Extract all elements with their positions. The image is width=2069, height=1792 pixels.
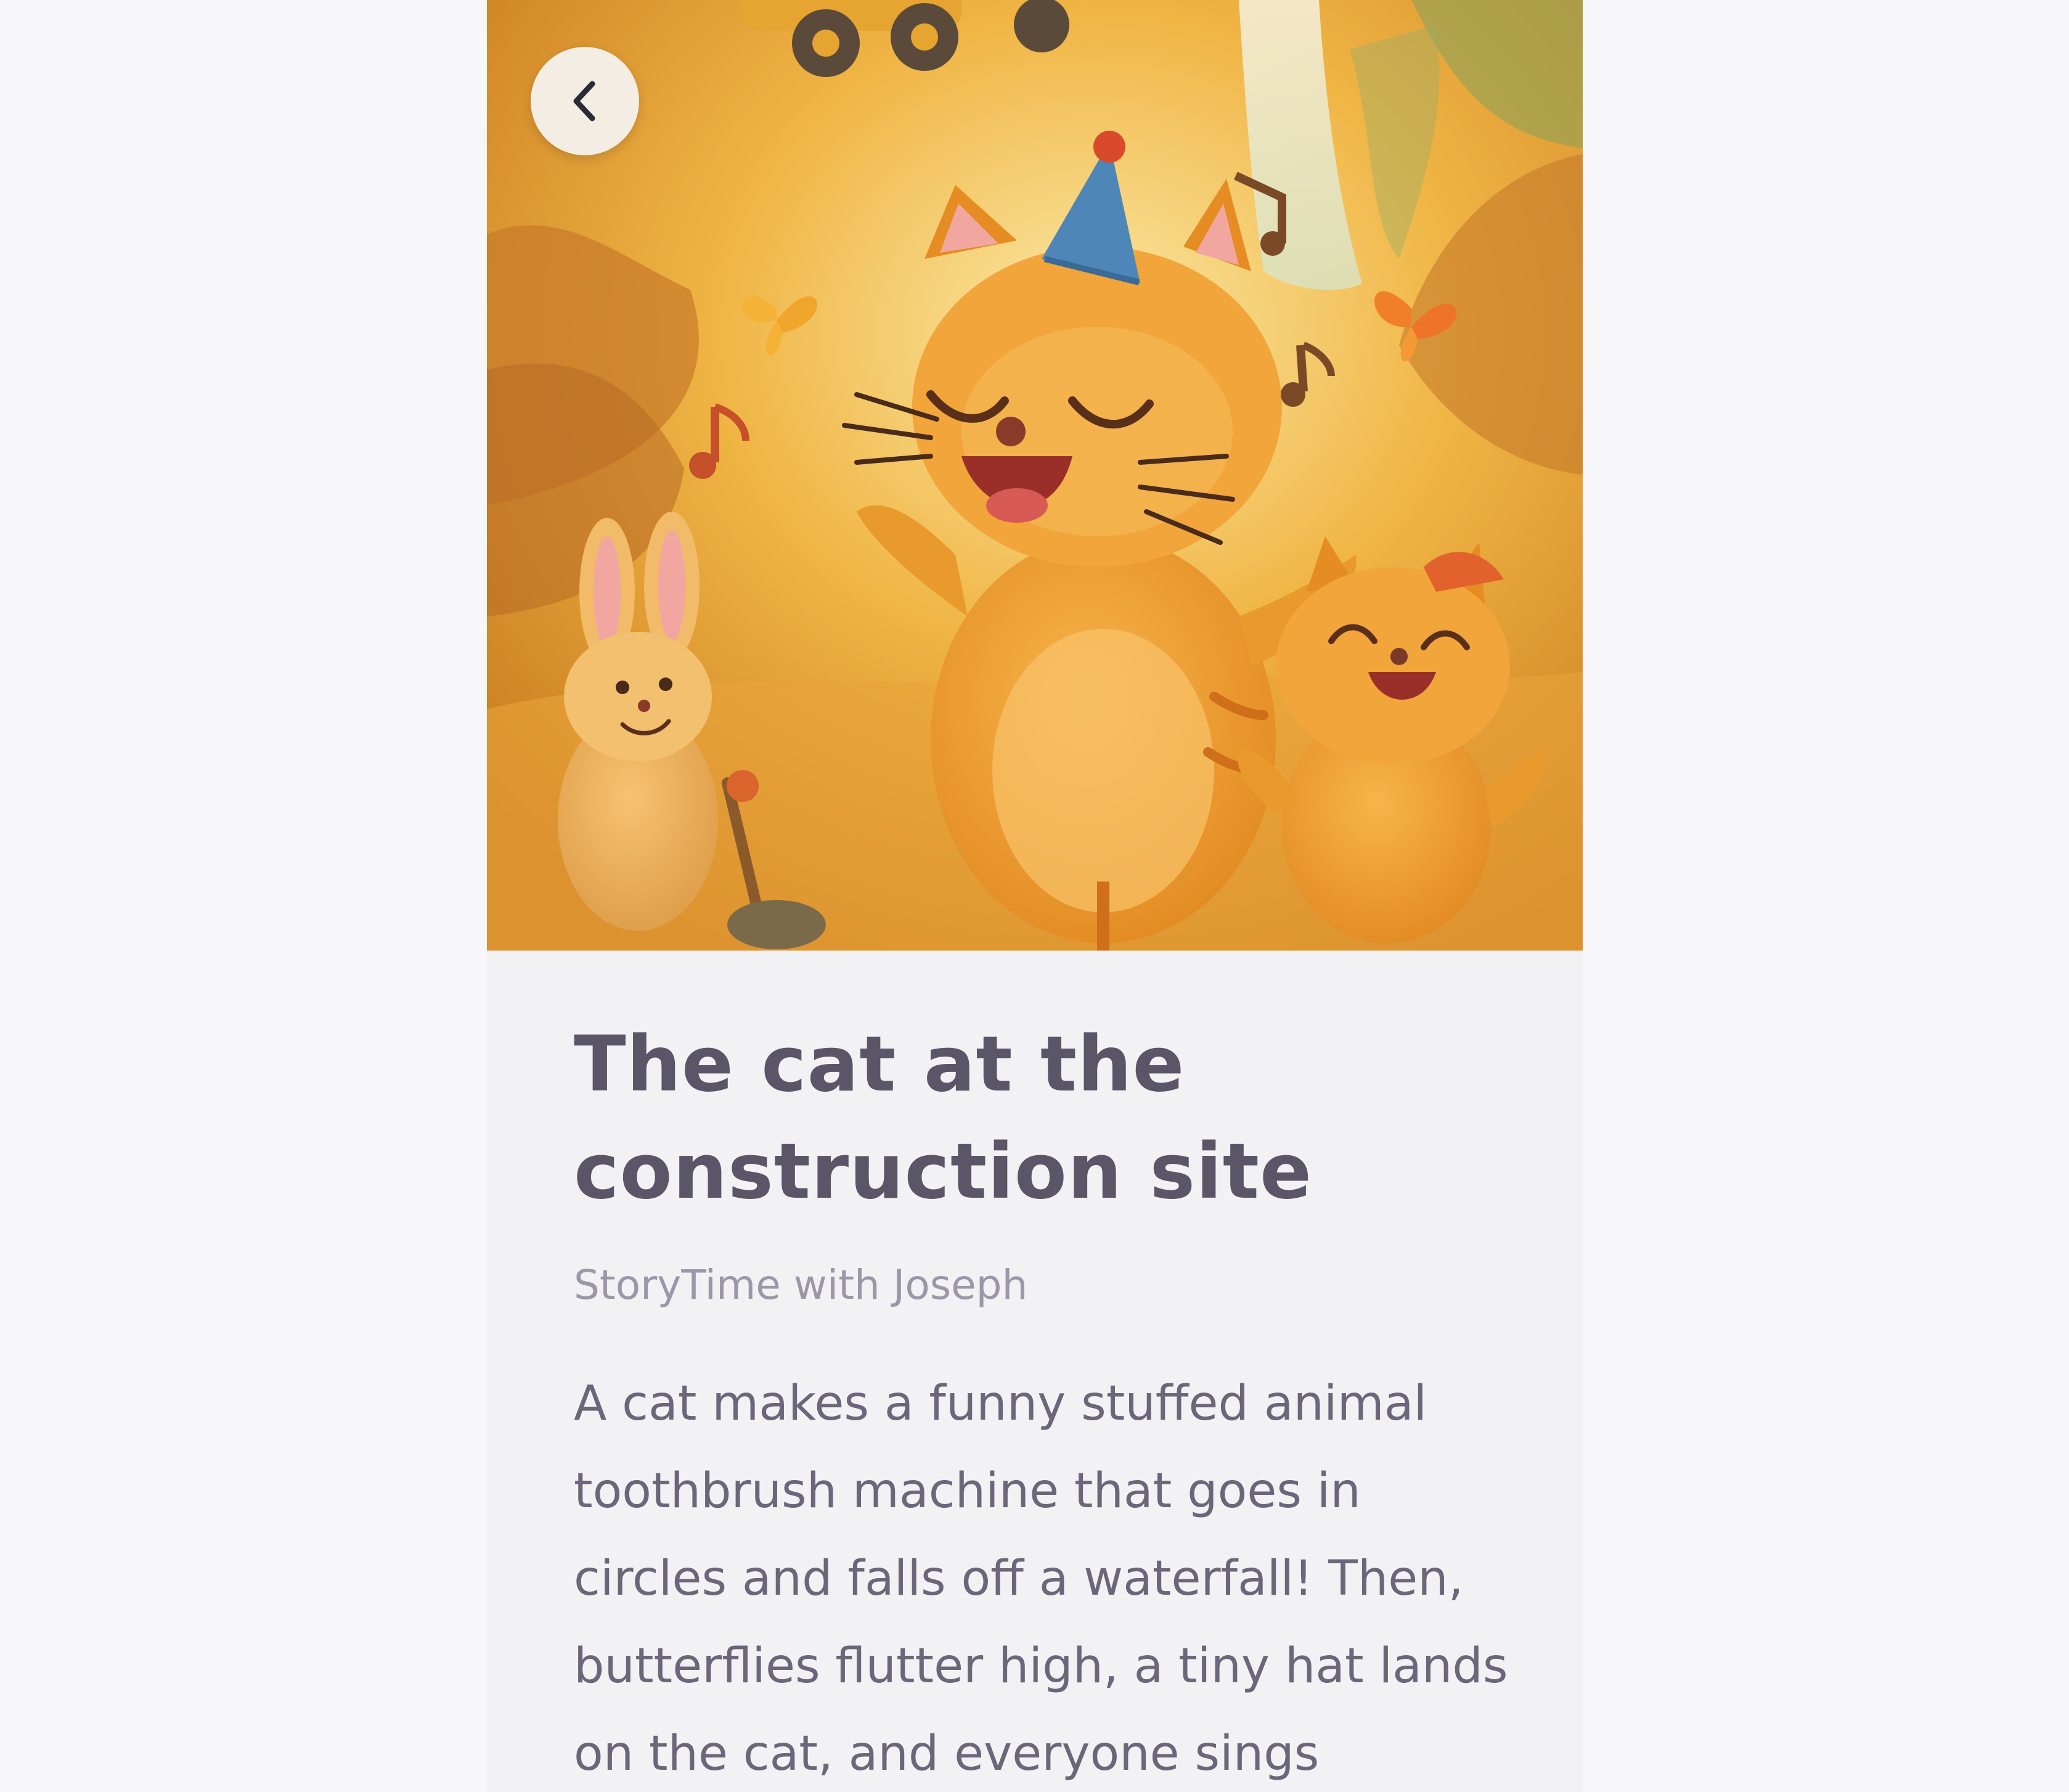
back-button[interactable] xyxy=(531,47,639,155)
story-cover-illustration xyxy=(487,0,1583,951)
story-description: A cat makes a funny stuffed animal tooth… xyxy=(574,1376,1508,1782)
cover-illustration-svg xyxy=(487,0,1583,951)
chevron-left-icon xyxy=(573,81,595,121)
story-detail-screen: The cat at the construction site StoryTi… xyxy=(487,0,1583,1792)
story-author: StoryTime with Joseph xyxy=(574,1261,1028,1309)
story-title: The cat at the construction site xyxy=(574,1020,1313,1216)
story-details: The cat at the construction site StoryTi… xyxy=(574,1011,1523,1792)
